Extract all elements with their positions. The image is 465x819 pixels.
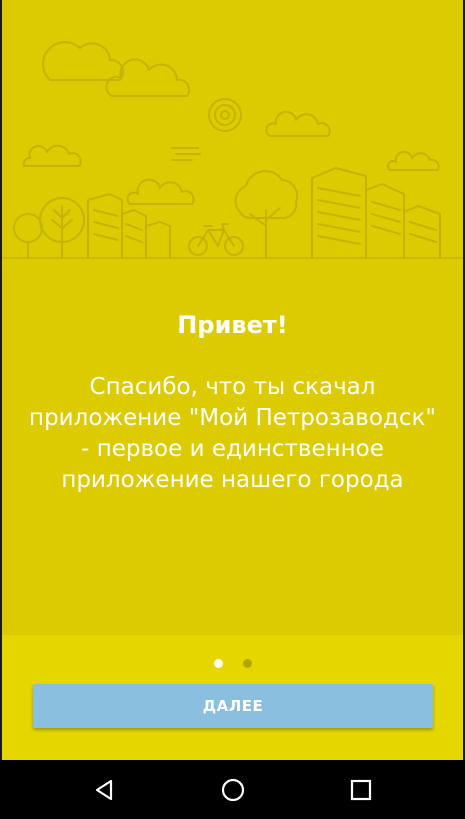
system-navigation-bar: [0, 760, 465, 819]
onboarding-screen: Привет! Спасибо, что ты скачал приложени…: [0, 0, 465, 819]
home-icon: [221, 778, 245, 802]
page-dot-active[interactable]: [213, 659, 223, 668]
next-button[interactable]: ДАЛЕЕ: [33, 684, 433, 728]
home-button[interactable]: [213, 774, 253, 806]
welcome-message: Спасибо, что ты скачал приложение "Мой П…: [29, 374, 436, 493]
page-indicator: [0, 653, 465, 668]
sun-icon: [208, 98, 242, 132]
page-dot-inactive[interactable]: [242, 659, 252, 668]
recents-icon: [350, 779, 372, 801]
welcome-title: Привет!: [177, 311, 288, 339]
city-illustration: [0, 0, 465, 270]
cloud-icon: [42, 41, 125, 81]
recents-button[interactable]: [341, 774, 381, 806]
back-button[interactable]: [84, 774, 124, 806]
screen-edge-left: [0, 0, 2, 760]
back-icon: [95, 779, 113, 801]
